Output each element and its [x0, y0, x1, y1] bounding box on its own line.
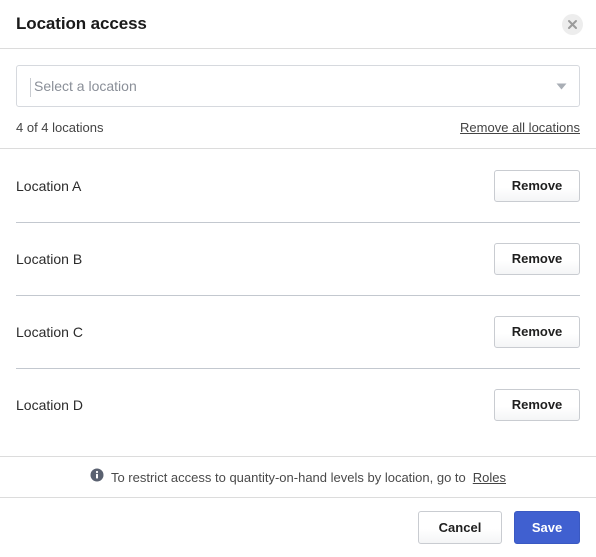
- location-select-area: Select a location: [0, 49, 596, 107]
- location-name: Location A: [16, 177, 82, 194]
- table-row: Location C Remove: [0, 295, 596, 368]
- remove-button[interactable]: Remove: [494, 169, 580, 202]
- text-caret: [30, 78, 31, 97]
- info-text: To restrict access to quantity-on-hand l…: [110, 469, 466, 485]
- remove-all-locations-link[interactable]: Remove all locations: [460, 120, 580, 135]
- location-name: Location C: [16, 323, 83, 340]
- dialog-header: Location access: [0, 0, 596, 49]
- table-row: Location B Remove: [0, 222, 596, 295]
- locations-count: 4 of 4 locations: [16, 120, 104, 135]
- info-icon: [90, 468, 104, 487]
- close-button[interactable]: [562, 14, 583, 35]
- locations-summary-row: 4 of 4 locations Remove all locations: [0, 107, 596, 149]
- remove-button[interactable]: Remove: [494, 315, 580, 348]
- table-row: Location A Remove: [0, 149, 596, 222]
- save-button[interactable]: Save: [514, 511, 580, 544]
- info-banner: To restrict access to quantity-on-hand l…: [0, 456, 596, 498]
- dialog-footer: Cancel Save: [0, 498, 596, 557]
- table-row: Location D Remove: [0, 368, 596, 441]
- page-title: Location access: [16, 14, 147, 33]
- location-name: Location B: [16, 250, 83, 267]
- location-access-dialog: Location access Select a location 4 of 4…: [0, 0, 596, 557]
- remove-button[interactable]: Remove: [494, 388, 580, 421]
- close-icon: [567, 19, 578, 30]
- location-name: Location D: [16, 396, 83, 413]
- locations-list: Location A Remove Location B Remove Loca…: [0, 149, 596, 456]
- location-select-placeholder: Select a location: [34, 78, 137, 94]
- chevron-down-icon[interactable]: [556, 77, 567, 95]
- roles-link[interactable]: Roles: [473, 470, 506, 485]
- remove-button[interactable]: Remove: [494, 242, 580, 275]
- location-select[interactable]: Select a location: [16, 65, 580, 107]
- cancel-button[interactable]: Cancel: [418, 511, 502, 544]
